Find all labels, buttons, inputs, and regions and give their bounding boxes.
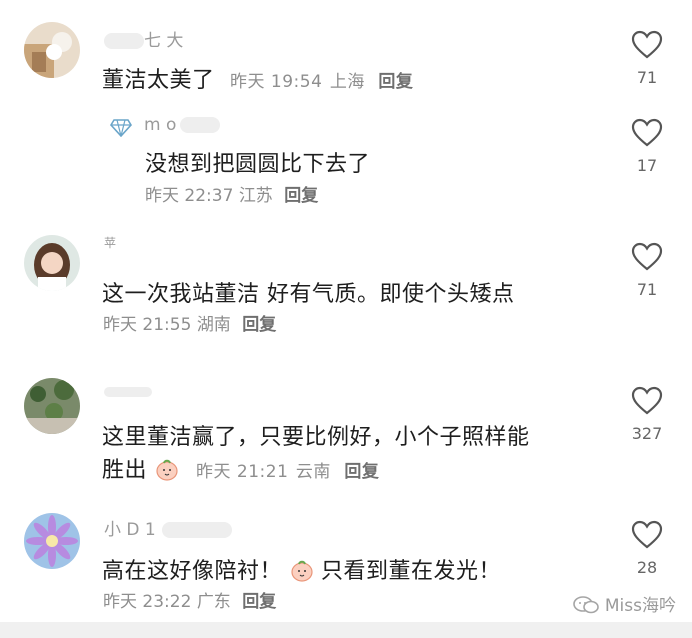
- username[interactable]: 七 大: [104, 26, 183, 51]
- comment-body: 这里董洁赢了，只要比例好，小个子照样能: [102, 425, 530, 450]
- username-text: m o: [144, 115, 177, 135]
- location: 上海: [329, 72, 365, 92]
- like-count: 71: [636, 68, 658, 87]
- timestamp: 昨天 21:21: [196, 462, 289, 482]
- comment-text-line2: 胜出 昨天 21:21 云南 回复: [102, 452, 379, 484]
- heart-outline-icon: [631, 520, 663, 549]
- timestamp: 昨天 22:37: [145, 186, 234, 206]
- peach-emoji-icon: [290, 559, 314, 583]
- like-button[interactable]: 327: [624, 386, 670, 443]
- reply-button[interactable]: 回复: [378, 72, 413, 92]
- like-count: 71: [636, 280, 658, 299]
- comment-meta: 昨天 22:37 江苏 回复: [145, 181, 318, 206]
- heart-outline-icon: [631, 242, 663, 271]
- comment-body: 没想到把圆圆比下去了: [145, 152, 371, 177]
- comment-body: 这一次我站董洁 好有气质。即使个头矮点: [102, 282, 515, 307]
- username-text: 苹: [104, 236, 117, 250]
- like-count: 17: [636, 156, 658, 175]
- reply-button[interactable]: 回复: [284, 186, 318, 206]
- username[interactable]: m o: [144, 115, 221, 135]
- avatar[interactable]: [24, 235, 80, 291]
- comment-body-continued: 只看到董在发光！: [321, 559, 502, 584]
- reply-button[interactable]: 回复: [344, 462, 379, 482]
- heart-outline-icon: [631, 118, 663, 147]
- heart-outline-icon: [631, 30, 663, 59]
- location: 江苏: [238, 186, 273, 206]
- like-button[interactable]: 71: [627, 30, 667, 87]
- like-count: 327: [631, 424, 663, 443]
- location: 广东: [196, 592, 231, 612]
- timestamp: 昨天 19:54: [230, 72, 323, 92]
- watermark: Miss海吟: [573, 591, 676, 620]
- username-text: 小 D 1: [104, 520, 156, 540]
- comment-text: 高在这好像陪衬！ 只看到董在发光！: [102, 553, 501, 585]
- comment-meta: 昨天 23:22 广东 回复: [103, 587, 276, 612]
- username[interactable]: 苹: [104, 232, 116, 252]
- diamond-icon: [110, 119, 132, 141]
- reply-button[interactable]: 回复: [242, 592, 276, 612]
- username[interactable]: 小 D 1: [104, 515, 232, 540]
- avatar[interactable]: [24, 22, 80, 78]
- like-button[interactable]: 71: [627, 242, 667, 299]
- peach-emoji-icon: [155, 458, 179, 482]
- like-button[interactable]: 28: [627, 520, 667, 577]
- avatar[interactable]: [24, 378, 80, 434]
- username-text: 七 大: [144, 31, 184, 51]
- comment-body-continued: 胜出: [102, 458, 148, 483]
- wechat-icon: [573, 595, 600, 620]
- comment-text: 董洁太美了 昨天 19:54 上海 回复: [102, 62, 413, 94]
- like-count: 28: [636, 558, 658, 577]
- comment-body: 高在这好像陪衬！: [102, 559, 283, 584]
- like-button[interactable]: 17: [627, 118, 667, 175]
- watermark-text: Miss海吟: [604, 596, 676, 616]
- timestamp: 昨天 21:55: [103, 315, 192, 335]
- comment-body: 董洁太美了: [102, 68, 215, 93]
- bottom-divider: [0, 622, 692, 638]
- location: 云南: [295, 462, 331, 482]
- location: 湖南: [196, 315, 231, 335]
- heart-outline-icon: [631, 386, 663, 415]
- username[interactable]: [104, 382, 152, 402]
- reply-button[interactable]: 回复: [242, 315, 276, 335]
- avatar[interactable]: [24, 513, 80, 569]
- timestamp: 昨天 23:22: [103, 592, 192, 612]
- comment-meta: 昨天 21:55 湖南 回复: [103, 310, 276, 335]
